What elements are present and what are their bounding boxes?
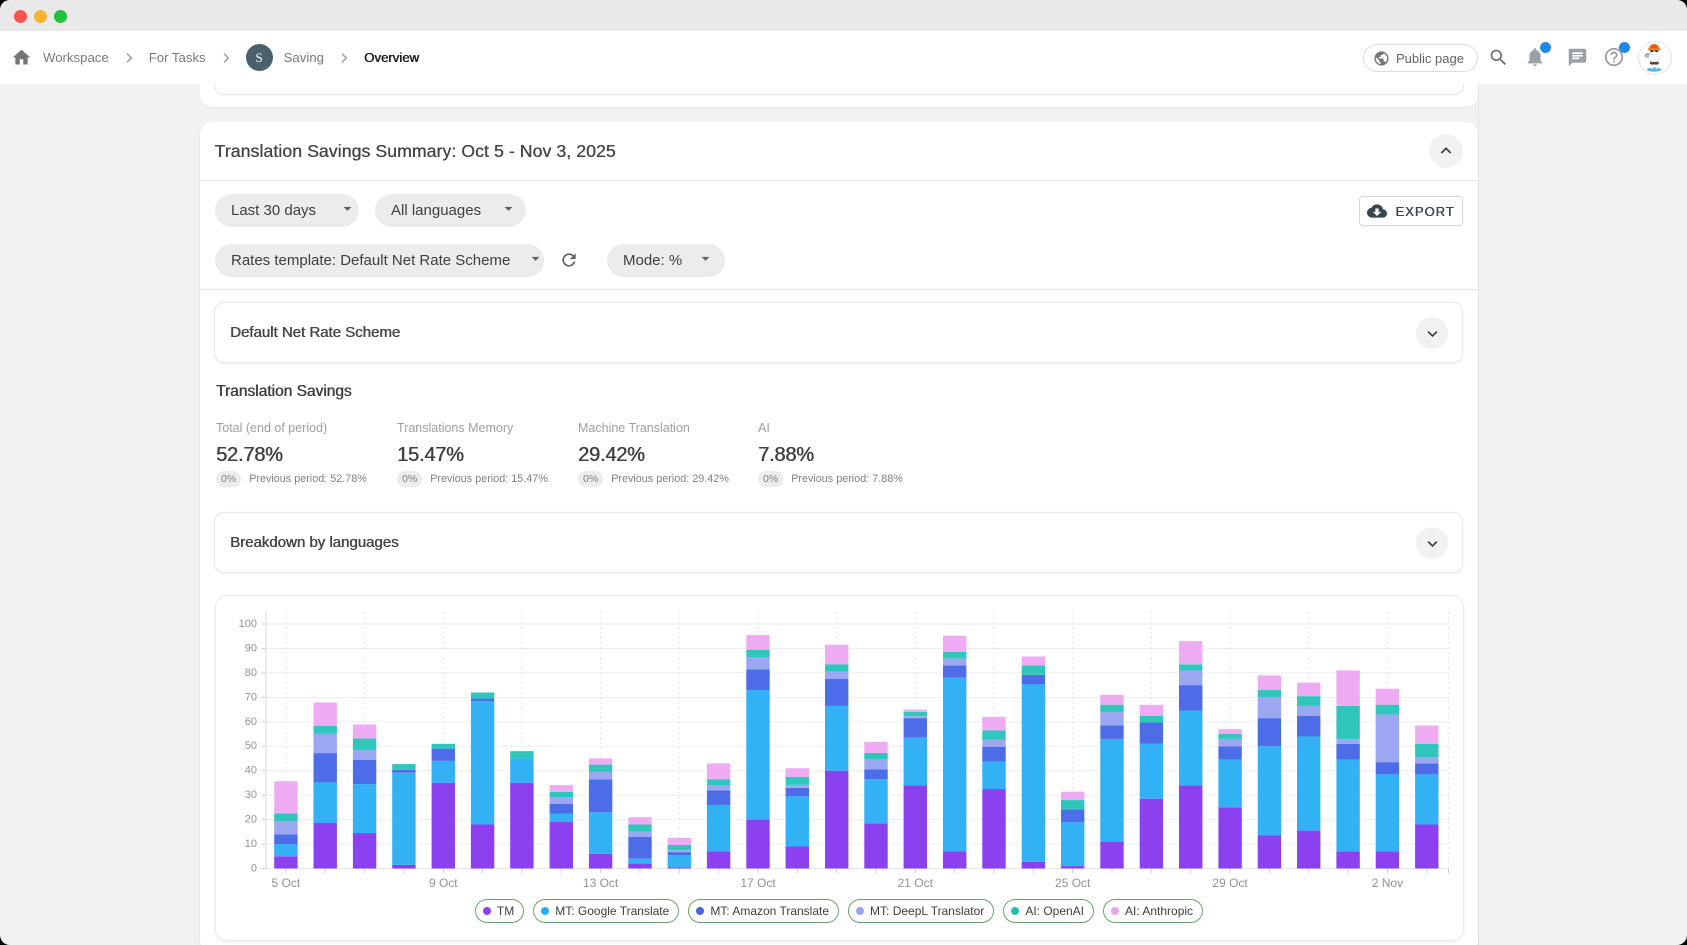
svg-text:70: 70: [244, 691, 256, 703]
svg-text:17 Oct: 17 Oct: [740, 876, 776, 890]
svg-text:20: 20: [244, 814, 256, 826]
svg-text:9 Oct: 9 Oct: [428, 876, 457, 890]
svg-text:60: 60: [244, 716, 256, 728]
svg-text:13 Oct: 13 Oct: [582, 876, 618, 890]
svg-text:30: 30: [244, 789, 256, 801]
svg-text:50: 50: [244, 740, 256, 752]
svg-text:0: 0: [250, 863, 256, 875]
svg-text:40: 40: [244, 765, 256, 777]
svg-text:25 Oct: 25 Oct: [1055, 876, 1091, 890]
svg-text:29 Oct: 29 Oct: [1212, 876, 1248, 890]
svg-text:100: 100: [238, 618, 256, 630]
svg-text:2 Nov: 2 Nov: [1371, 876, 1402, 890]
svg-text:90: 90: [244, 643, 256, 655]
svg-text:21 Oct: 21 Oct: [897, 876, 933, 890]
svg-text:5 Oct: 5 Oct: [271, 876, 300, 890]
svg-text:80: 80: [244, 667, 256, 679]
svg-text:10: 10: [244, 838, 256, 850]
